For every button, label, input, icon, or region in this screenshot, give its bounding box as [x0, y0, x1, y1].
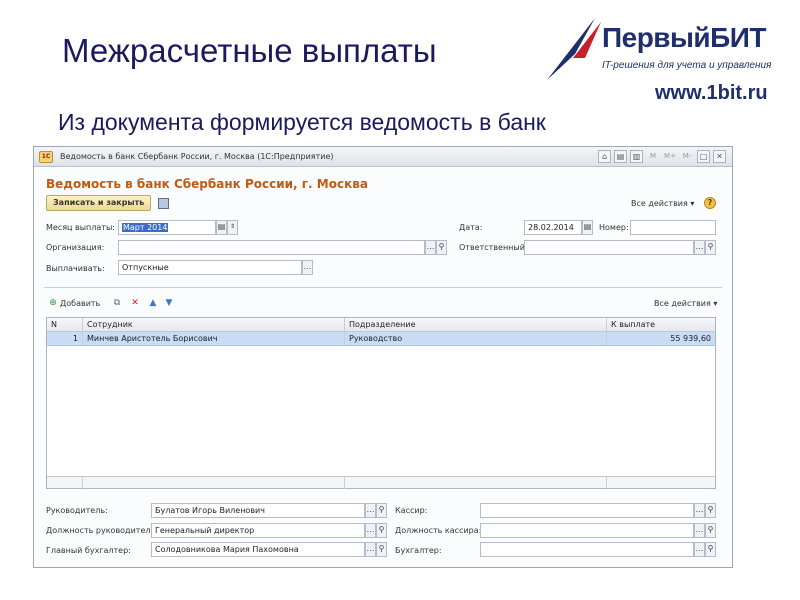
- memory-minus-button[interactable]: M-: [680, 150, 694, 163]
- company-logo: ПервыйБИТ IT-решения для учета и управле…: [545, 10, 795, 110]
- month-stepper-icon[interactable]: ⇕: [227, 220, 238, 235]
- head-search-icon[interactable]: ⚲: [376, 503, 387, 518]
- head-select-button[interactable]: …: [365, 503, 376, 518]
- cashier-position-search-icon[interactable]: ⚲: [705, 523, 716, 538]
- responsible-select-button[interactable]: …: [694, 240, 705, 255]
- home-icon[interactable]: ⌂: [598, 150, 611, 163]
- row-employee: Минчев Аристотель Борисович: [83, 332, 345, 345]
- add-button[interactable]: Добавить: [60, 299, 100, 308]
- month-field[interactable]: Март 2014: [118, 220, 216, 235]
- head-position-search-icon[interactable]: ⚲: [376, 523, 387, 538]
- head-position-label: Должность руководителя:: [46, 526, 158, 535]
- column-header-department[interactable]: Подразделение: [345, 318, 607, 331]
- logo-website: www.1bit.ru: [655, 82, 768, 104]
- app-1c-icon: 1С: [39, 151, 53, 163]
- month-label: Месяц выплаты:: [46, 223, 115, 232]
- column-header-number[interactable]: N: [47, 318, 83, 331]
- accountant-label: Бухгалтер:: [395, 546, 442, 555]
- number-label: Номер:: [599, 223, 629, 232]
- cashier-label: Кассир:: [395, 506, 428, 515]
- table-footer: [47, 476, 715, 489]
- head-label: Руководитель:: [46, 506, 108, 515]
- memory-plus-button[interactable]: M+: [663, 150, 677, 163]
- pay-type-field[interactable]: Отпускные: [118, 260, 302, 275]
- save-and-close-button[interactable]: Записать и закрыть: [46, 195, 152, 211]
- column-header-employee[interactable]: Сотрудник: [83, 318, 345, 331]
- move-up-icon[interactable]: ▲: [148, 298, 158, 308]
- date-field[interactable]: 28.02.2014: [524, 220, 582, 235]
- logo-swoosh-icon: [547, 18, 601, 80]
- organization-select-button[interactable]: …: [425, 240, 436, 255]
- head-position-field[interactable]: Генеральный директор: [151, 523, 365, 538]
- slide: Межрасчетные выплаты Из документа формир…: [0, 0, 800, 600]
- pay-type-label: Выплачивать:: [46, 264, 105, 273]
- row-department: Руководство: [345, 332, 607, 345]
- add-icon[interactable]: ⊕: [48, 298, 58, 308]
- cashier-position-field[interactable]: [480, 523, 694, 538]
- row-number: 1: [47, 332, 83, 345]
- logo-tagline: IT-решения для учета и управления: [602, 60, 772, 71]
- window-title: Ведомость в банк Сбербанк России, г. Мос…: [60, 152, 334, 161]
- month-select-icon[interactable]: ▤: [216, 220, 227, 235]
- cashier-select-button[interactable]: …: [694, 503, 705, 518]
- cashier-search-icon[interactable]: ⚲: [705, 503, 716, 518]
- footer-cell: [345, 477, 607, 489]
- cashier-position-label: Должность кассира:: [395, 526, 482, 535]
- cashier-field[interactable]: [480, 503, 694, 518]
- pay-type-select-button[interactable]: …: [302, 260, 313, 275]
- accountant-search-icon[interactable]: ⚲: [705, 542, 716, 557]
- month-value: Март 2014: [122, 223, 169, 232]
- maximize-icon[interactable]: □: [697, 150, 710, 163]
- titlebar-buttons: ⌂ ▤ ▥ M M+ M- □ ✕: [598, 150, 726, 163]
- footer-cell: [607, 477, 715, 489]
- help-icon[interactable]: ?: [704, 197, 716, 209]
- table-all-actions-menu[interactable]: Все действия ▾: [654, 299, 717, 308]
- chief-accountant-search-icon[interactable]: ⚲: [376, 542, 387, 557]
- responsible-label: Ответственный:: [459, 243, 528, 252]
- save-icon[interactable]: [158, 198, 169, 209]
- document-heading: Ведомость в банк Сбербанк России, г. Мос…: [46, 177, 368, 191]
- organization-label: Организация:: [46, 243, 105, 252]
- chief-accountant-label: Главный бухгалтер:: [46, 546, 131, 555]
- section-divider: [44, 287, 722, 288]
- row-amount: 55 939,60: [670, 334, 711, 343]
- organization-field[interactable]: [118, 240, 425, 255]
- responsible-search-icon[interactable]: ⚲: [705, 240, 716, 255]
- head-position-select-button[interactable]: …: [365, 523, 376, 538]
- all-actions-menu[interactable]: Все действия ▾: [631, 199, 694, 208]
- column-header-amount[interactable]: К выплате: [607, 318, 715, 331]
- document-icon[interactable]: ▤: [614, 150, 627, 163]
- logo-name: ПервыйБИТ: [602, 22, 767, 53]
- window-titlebar: 1С Ведомость в банк Сбербанк России, г. …: [34, 147, 732, 167]
- chief-accountant-select-button[interactable]: …: [365, 542, 376, 557]
- cashier-position-select-button[interactable]: …: [694, 523, 705, 538]
- close-icon[interactable]: ✕: [713, 150, 726, 163]
- slide-subtitle: Из документа формируется ведомость в бан…: [58, 109, 546, 135]
- document-window: 1С Ведомость в банк Сбербанк России, г. …: [33, 146, 733, 568]
- footer-cell: [83, 477, 345, 489]
- copy-icon[interactable]: ⧉: [112, 298, 122, 308]
- memory-button[interactable]: M: [646, 150, 660, 163]
- organization-search-icon[interactable]: ⚲: [436, 240, 447, 255]
- footer-cell: [47, 477, 83, 489]
- table-header: N Сотрудник Подразделение К выплате: [47, 318, 715, 332]
- slide-title: Межрасчетные выплаты: [62, 32, 437, 69]
- responsible-field[interactable]: [524, 240, 694, 255]
- delete-icon[interactable]: ✕: [130, 298, 140, 308]
- head-field[interactable]: Булатов Игорь Виленович: [151, 503, 365, 518]
- payments-table: N Сотрудник Подразделение К выплате 1 Ми…: [46, 317, 716, 489]
- accountant-select-button[interactable]: …: [694, 542, 705, 557]
- chief-accountant-field[interactable]: Солодовникова Мария Пахомовна: [151, 542, 365, 557]
- move-down-icon[interactable]: ▼: [164, 298, 174, 308]
- table-row[interactable]: 1 Минчев Аристотель Борисович Руководств…: [47, 332, 715, 346]
- date-label: Дата:: [459, 223, 483, 232]
- calendar-icon[interactable]: ▥: [630, 150, 643, 163]
- accountant-field[interactable]: [480, 542, 694, 557]
- number-field[interactable]: [630, 220, 716, 235]
- calendar-icon[interactable]: ▤: [582, 220, 593, 235]
